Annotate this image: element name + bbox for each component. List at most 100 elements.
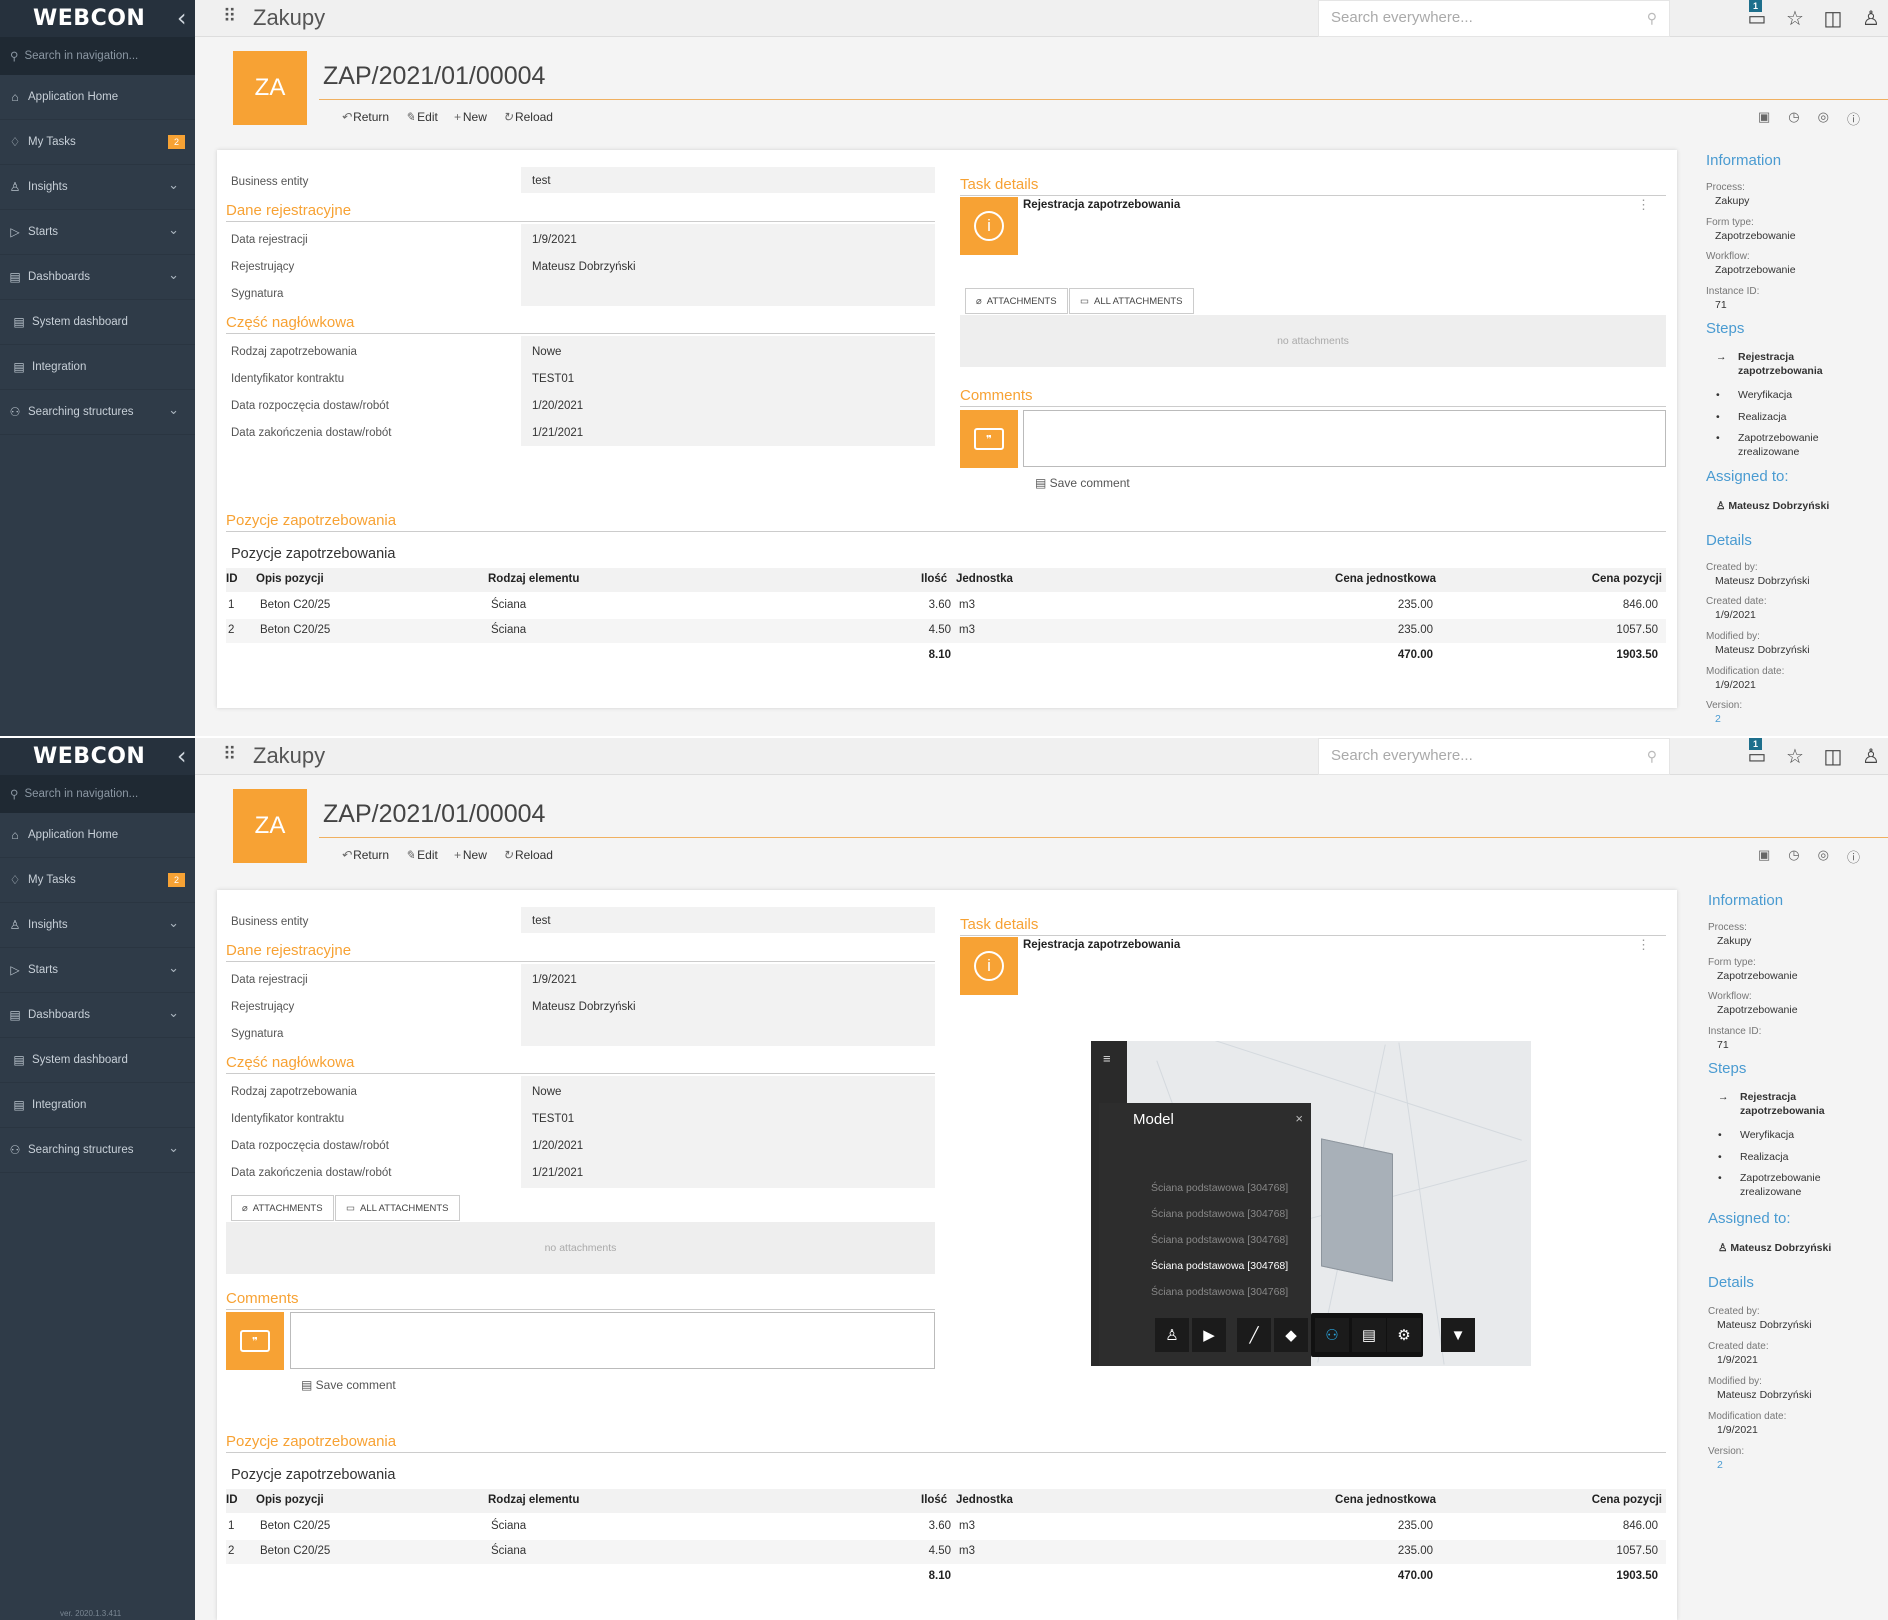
reload-button[interactable]: ↻ Reload: [503, 848, 553, 862]
step-item[interactable]: • Weryfikacja: [1718, 1128, 1794, 1142]
sidebar-item-my-tasks[interactable]: ♢ My Tasks 2: [0, 858, 195, 903]
kebab-menu-icon[interactable]: ⋮: [1637, 937, 1650, 953]
chevron-down-icon[interactable]: ⌄: [168, 1005, 179, 1021]
step-item[interactable]: • Zapotrzebowanie zrealizowane: [1716, 431, 1828, 459]
step-item[interactable]: • Zapotrzebowanie zrealizowane: [1718, 1171, 1830, 1199]
edit-button[interactable]: ✎ Edit: [405, 110, 438, 124]
menu-icon[interactable]: ≡: [1103, 1051, 1111, 1066]
model-tree-icon[interactable]: ⚇: [1315, 1318, 1349, 1352]
sidebar-item-system-dashboard[interactable]: ▤ System dashboard: [0, 1038, 195, 1083]
table-row[interactable]: 1 Beton C20/25 Ściana 3.60 m3 235.00 846…: [226, 594, 1666, 618]
chevron-down-icon[interactable]: ⌄: [168, 1140, 179, 1156]
col-jednostka[interactable]: Jednostka: [956, 1494, 1013, 1506]
sidebar-item-insights[interactable]: ♙ Insights ⌄: [0, 903, 195, 948]
step-item[interactable]: • Realizacja: [1718, 1150, 1788, 1164]
step-current[interactable]: → Rejestracja zapotrzebowania: [1718, 1090, 1850, 1118]
col-ilosc[interactable]: Ilość: [921, 1494, 947, 1506]
notification-icon[interactable]: ▭ 1: [1745, 738, 1769, 769]
col-id[interactable]: ID: [226, 573, 238, 585]
history-icon[interactable]: ◷: [1788, 109, 1799, 128]
col-opis[interactable]: Opis pozycji: [256, 573, 324, 585]
info-icon[interactable]: ⓘ: [1847, 109, 1860, 128]
camera-icon[interactable]: ▶: [1192, 1318, 1226, 1352]
attachments-area[interactable]: no attachments: [226, 1222, 935, 1274]
history-icon[interactable]: ◷: [1788, 847, 1799, 866]
preview-icon[interactable]: ◎: [1818, 847, 1829, 866]
step-item[interactable]: • Realizacja: [1716, 410, 1786, 424]
col-cena-jedn[interactable]: Cena jednostkowa: [1326, 573, 1436, 585]
wall-3d-object[interactable]: [1321, 1138, 1393, 1282]
tab-attachments[interactable]: ⌀ ATTACHMENTS: [965, 288, 1068, 314]
chevron-down-icon[interactable]: ⌄: [168, 267, 179, 283]
col-cena-jedn[interactable]: Cena jednostkowa: [1326, 1494, 1436, 1506]
chevron-down-icon[interactable]: ⌄: [168, 960, 179, 976]
chevron-down-icon[interactable]: ⌄: [168, 402, 179, 418]
table-row[interactable]: 1 Beton C20/25 Ściana 3.60 m3 235.00 846…: [226, 1515, 1666, 1539]
col-rodzaj[interactable]: Rodzaj elementu: [488, 573, 579, 585]
sidebar-item-searching-structures[interactable]: ⚇ Searching structures ⌄: [0, 390, 195, 435]
office-icon[interactable]: ▣: [1758, 847, 1770, 866]
chevron-left-icon[interactable]: ‹: [177, 4, 187, 32]
assigned-user[interactable]: ♙ Mateusz Dobrzyński: [1716, 500, 1829, 512]
attachments-area[interactable]: no attachments: [960, 315, 1666, 367]
col-id[interactable]: ID: [226, 1494, 238, 1506]
info-icon[interactable]: ⓘ: [1847, 847, 1860, 866]
col-jednostka[interactable]: Jednostka: [956, 573, 1013, 585]
col-cena-poz[interactable]: Cena pozycji: [1556, 573, 1662, 585]
app-grid-icon[interactable]: ⠿: [223, 744, 236, 765]
sidebar-item-searching-structures[interactable]: ⚇ Searching structures ⌄: [0, 1128, 195, 1173]
star-icon[interactable]: ☆: [1783, 6, 1807, 31]
model-tree-item-selected[interactable]: Ściana podstawowa [304768]: [1151, 1260, 1288, 1272]
col-rodzaj[interactable]: Rodzaj elementu: [488, 1494, 579, 1506]
assigned-user[interactable]: ♙ Mateusz Dobrzyński: [1718, 1242, 1831, 1254]
sidebar-item-integration[interactable]: ▤ Integration: [0, 345, 195, 390]
properties-icon[interactable]: ▤: [1352, 1318, 1386, 1352]
sidebar-item-application-home[interactable]: ⌂ Application Home: [0, 75, 195, 120]
office-icon[interactable]: ▣: [1758, 109, 1770, 128]
col-cena-poz[interactable]: Cena pozycji: [1556, 1494, 1662, 1506]
model-tree-item[interactable]: Ściana podstawowa [304768]: [1151, 1182, 1288, 1194]
notification-icon[interactable]: ▭ 1: [1745, 0, 1769, 31]
walk-icon[interactable]: ♙: [1155, 1318, 1189, 1352]
measure-icon[interactable]: ╱: [1237, 1318, 1271, 1352]
bim-viewer[interactable]: ≡ Model × Ściana podstawowa [304768] Ści…: [1091, 1041, 1531, 1366]
tab-all-attachments[interactable]: ▭ ALL ATTACHMENTS: [1069, 288, 1194, 314]
model-tree-item[interactable]: Ściana podstawowa [304768]: [1151, 1208, 1288, 1220]
sidebar-item-my-tasks[interactable]: ♢ My Tasks 2: [0, 120, 195, 165]
chevron-down-icon[interactable]: ⌄: [168, 177, 179, 193]
layout-icon[interactable]: ◫: [1821, 6, 1845, 31]
version-link[interactable]: 2: [1717, 1459, 1723, 1471]
fullscreen-icon[interactable]: ▼: [1441, 1318, 1475, 1352]
star-icon[interactable]: ☆: [1783, 744, 1807, 769]
table-row[interactable]: 2 Beton C20/25 Ściana 4.50 m3 235.00 105…: [226, 1540, 1666, 1564]
step-current[interactable]: → Rejestracja zapotrzebowania: [1716, 350, 1848, 378]
sidebar-item-system-dashboard[interactable]: ▤ System dashboard: [0, 300, 195, 345]
new-button[interactable]: + New: [454, 848, 487, 862]
step-item[interactable]: • Weryfikacja: [1716, 388, 1792, 402]
comment-textarea[interactable]: [1023, 410, 1666, 467]
col-ilosc[interactable]: Ilość: [921, 573, 947, 585]
return-button[interactable]: ↶ Return: [341, 110, 389, 124]
business-entity-field[interactable]: [521, 907, 935, 933]
chevron-down-icon[interactable]: ⌄: [168, 222, 179, 238]
business-entity-field[interactable]: [521, 167, 935, 193]
comment-textarea[interactable]: [290, 1312, 935, 1369]
chevron-left-icon[interactable]: ‹: [177, 742, 187, 770]
user-icon[interactable]: ♙: [1859, 6, 1883, 31]
global-search-input[interactable]: Search everywhere... ⚲: [1318, 738, 1670, 775]
preview-icon[interactable]: ◎: [1818, 109, 1829, 128]
chevron-down-icon[interactable]: ⌄: [168, 915, 179, 931]
version-link[interactable]: 2: [1715, 713, 1721, 725]
navigation-search[interactable]: ⚲ Search in navigation...: [0, 37, 195, 75]
explode-icon[interactable]: ◆: [1274, 1318, 1308, 1352]
sidebar-item-dashboards[interactable]: ▤ Dashboards ⌄: [0, 993, 195, 1038]
kebab-menu-icon[interactable]: ⋮: [1637, 197, 1650, 213]
sidebar-item-starts[interactable]: ▷ Starts ⌄: [0, 210, 195, 255]
sidebar-item-application-home[interactable]: ⌂ Application Home: [0, 813, 195, 858]
model-tree-item[interactable]: Ściana podstawowa [304768]: [1151, 1286, 1288, 1298]
close-icon[interactable]: ×: [1295, 1111, 1303, 1126]
reload-button[interactable]: ↻ Reload: [503, 110, 553, 124]
return-button[interactable]: ↶ Return: [341, 848, 389, 862]
global-search-input[interactable]: Search everywhere... ⚲: [1318, 0, 1670, 37]
layout-icon[interactable]: ◫: [1821, 744, 1845, 769]
